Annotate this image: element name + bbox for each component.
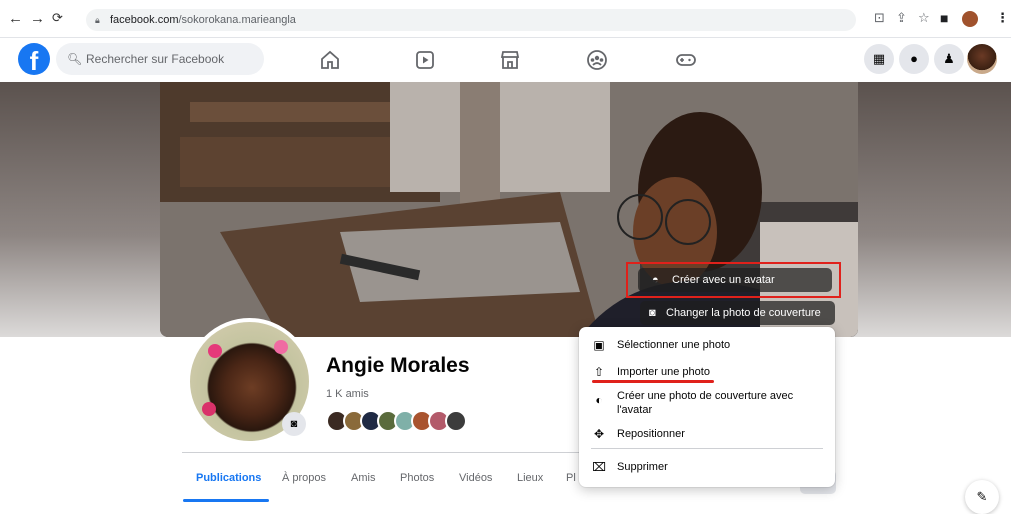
menu-item-label: Repositionner <box>617 428 685 440</box>
friend-avatar[interactable] <box>445 410 467 432</box>
menu-item-delete[interactable]: ⌧ Supprimer <box>591 460 821 476</box>
gaming-icon[interactable] <box>674 48 698 72</box>
account-avatar[interactable] <box>967 44 997 74</box>
apps-menu-icon[interactable]: ▦ <box>864 44 894 74</box>
tab-publications[interactable]: Publications <box>196 472 261 484</box>
browser-toolbar: ← → ⟳ 🔒︎ facebook.com/sokorokana.mariean… <box>0 0 1011 38</box>
profile-section <box>0 337 1011 514</box>
change-cover-button[interactable]: ◙ Changer la photo de couverture <box>640 301 835 325</box>
tab-places[interactable]: Lieux <box>517 472 543 484</box>
search-placeholder: Rechercher sur Facebook <box>86 52 225 66</box>
upload-icon: ⇧ <box>593 365 605 379</box>
flower-decoration <box>202 402 216 416</box>
menu-item-label-line2: l'avatar <box>617 404 653 416</box>
facebook-logo[interactable]: f <box>18 43 50 76</box>
menu-item-label: Créer une photo de couverture avec <box>617 390 794 402</box>
video-icon[interactable] <box>413 48 437 72</box>
home-icon[interactable] <box>318 48 342 72</box>
menu-dots-icon[interactable]: ⋮ <box>996 10 1009 26</box>
tab-photos[interactable]: Photos <box>400 472 434 484</box>
annotation-highlight-box <box>626 262 841 298</box>
url-domain: facebook.com <box>110 14 179 26</box>
back-arrow-icon[interactable]: ← <box>8 10 23 27</box>
menu-item-label: Importer une photo <box>617 366 710 378</box>
facebook-header: f 🔍︎ Rechercher sur Facebook ▦ ● ♟ <box>0 38 1011 82</box>
camera-icon: ◙ <box>649 307 656 319</box>
menu-item-upload-photo[interactable]: ⇧ Importer une photo <box>591 365 821 381</box>
photo-select-icon: ▣ <box>593 338 605 352</box>
menu-item-create-avatar-cover[interactable]: ◐ Créer une photo de couverture avec l'a… <box>591 389 821 419</box>
search-icon: 🔍︎ <box>67 52 83 66</box>
reload-icon[interactable]: ⟳ <box>52 10 63 26</box>
menu-divider <box>591 448 823 449</box>
menu-item-label: Sélectionner une photo <box>617 339 731 351</box>
annotation-underline <box>592 380 714 383</box>
friends-count[interactable]: 1 K amis <box>326 388 369 400</box>
cover-photo-menu: ▣ Sélectionner une photo ⇧ Importer une … <box>579 327 835 487</box>
menu-item-reposition[interactable]: ✥ Repositionner <box>591 427 821 443</box>
change-cover-label: Changer la photo de couverture <box>666 307 821 319</box>
cover-photo[interactable] <box>160 82 858 337</box>
active-tab-indicator <box>183 499 269 502</box>
bookmark-star-icon[interactable]: ☆ <box>918 10 930 26</box>
address-bar[interactable]: 🔒︎ facebook.com/sokorokana.marieangla <box>86 9 856 31</box>
search-input[interactable]: 🔍︎ Rechercher sur Facebook <box>56 43 264 75</box>
menu-item-select-photo[interactable]: ▣ Sélectionner une photo <box>591 338 821 354</box>
profile-name: Angie Morales <box>326 354 470 377</box>
profile-avatar-icon[interactable] <box>962 11 978 27</box>
forward-arrow-icon[interactable]: → <box>30 10 45 27</box>
share-icon[interactable]: ⇪ <box>896 10 907 26</box>
tab-videos[interactable]: Vidéos <box>459 472 492 484</box>
profile-camera-icon[interactable]: ◙ <box>282 412 306 436</box>
url-path: /sokorokana.marieangla <box>178 14 296 26</box>
menu-item-label: Supprimer <box>617 461 668 473</box>
move-icon: ✥ <box>593 427 605 441</box>
messenger-icon[interactable]: ● <box>899 44 929 74</box>
notifications-bell-icon[interactable]: ♟ <box>934 44 964 74</box>
tab-about[interactable]: À propos <box>282 472 326 484</box>
tab-friends[interactable]: Amis <box>351 472 375 484</box>
avatar-icon: ◐ <box>595 393 603 407</box>
new-message-icon[interactable]: ✎ <box>965 480 999 514</box>
groups-icon[interactable] <box>585 48 609 72</box>
tab-search-icon[interactable]: ■ <box>940 10 948 26</box>
marketplace-icon[interactable] <box>498 48 522 72</box>
flower-decoration <box>274 340 288 354</box>
flower-decoration <box>208 344 222 358</box>
cover-photo-image <box>160 82 858 337</box>
install-app-icon[interactable]: ⊡ <box>874 10 885 26</box>
tab-more[interactable]: Pl <box>566 472 576 484</box>
lock-icon: 🔒︎ <box>95 15 100 25</box>
trash-icon: ⌧ <box>592 460 606 474</box>
